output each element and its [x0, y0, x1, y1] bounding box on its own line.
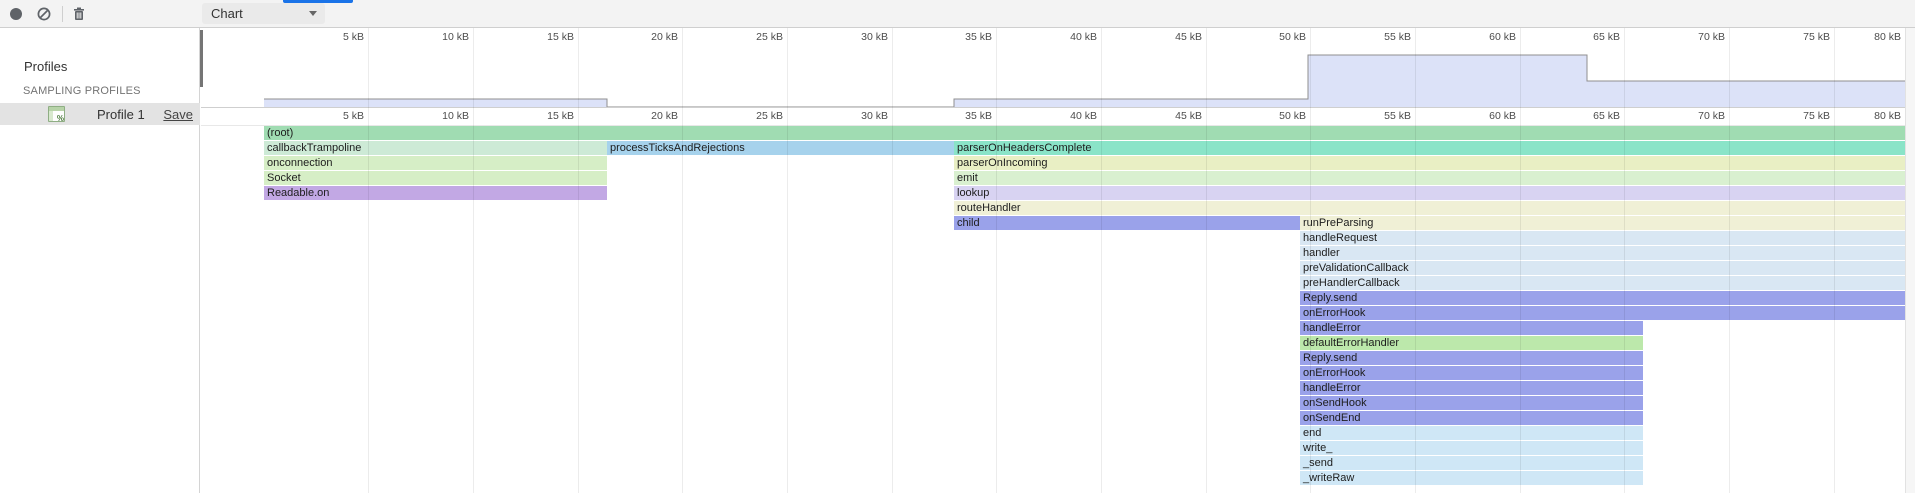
record-icon[interactable]	[8, 6, 24, 22]
vertical-scrollbar[interactable]	[1905, 28, 1915, 493]
devtools-profiler-panel: Chart Profiles SAMPLING PROFILES % Profi…	[0, 0, 1915, 493]
save-profile-link[interactable]: Save	[163, 107, 193, 122]
flame-frame[interactable]: Readable.on	[264, 186, 607, 200]
ruler-tick-label: 75 kB	[1772, 31, 1830, 43]
clear-icon[interactable]	[36, 6, 52, 22]
profile-name: Profile 1	[97, 107, 145, 122]
flame-frame[interactable]: routeHandler	[954, 201, 1905, 215]
flame-frame[interactable]: lookup	[954, 186, 1905, 200]
ruler-tick-label: 25 kB	[725, 31, 783, 43]
ruler-tick-label: 15 kB	[516, 110, 574, 122]
ruler-tick-label: 60 kB	[1458, 31, 1516, 43]
ruler-tick-label: 20 kB	[620, 110, 678, 122]
flame-frame[interactable]: onErrorHook	[1300, 366, 1643, 380]
sidebar-title: Profiles	[24, 59, 67, 74]
ruler-tick-label: 80 kB	[1843, 110, 1901, 122]
chart-view-dropdown[interactable]: Chart	[202, 3, 325, 24]
ruler-tick-label: 35 kB	[934, 110, 992, 122]
ruler-tick-label: 35 kB	[934, 31, 992, 43]
flame-frame[interactable]: preValidationCallback	[1300, 261, 1905, 275]
profiler-toolbar: Chart	[0, 0, 1915, 28]
flame-frame[interactable]: callbackTrampoline	[264, 141, 607, 155]
ruler-tick-label: 70 kB	[1667, 110, 1725, 122]
sidebar-item-profile-1[interactable]: % Profile 1 Save	[0, 103, 200, 125]
ruler-tick-label: 80 kB	[1843, 31, 1901, 43]
flame-frame[interactable]: write_	[1300, 441, 1643, 455]
flame-frame[interactable]: preHandlerCallback	[1300, 276, 1905, 290]
sampling-profiles-section-label: SAMPLING PROFILES	[23, 85, 141, 97]
ruler-tick-label: 50 kB	[1248, 110, 1306, 122]
ruler-tick-label: 45 kB	[1144, 110, 1202, 122]
flame-frame[interactable]: emit	[954, 171, 1905, 185]
flame-frame[interactable]: runPreParsing	[1300, 216, 1905, 230]
ruler-tick-label: 15 kB	[516, 31, 574, 43]
ruler-tick-label: 55 kB	[1353, 31, 1411, 43]
ruler-tick-label: 20 kB	[620, 31, 678, 43]
flame-frame[interactable]: onErrorHook	[1300, 306, 1905, 320]
profiles-sidebar: Profiles SAMPLING PROFILES % Profile 1 S…	[0, 28, 200, 493]
flame-frame[interactable]: (root)	[264, 126, 1905, 140]
ruler-tick-label: 65 kB	[1562, 110, 1620, 122]
overview-area-chart	[201, 42, 1905, 107]
flame-frame[interactable]: end	[1300, 426, 1643, 440]
ruler-tick-label: 50 kB	[1248, 31, 1306, 43]
ruler-tick-label: 65 kB	[1562, 31, 1620, 43]
divider	[201, 107, 1905, 108]
toolbar-divider	[62, 6, 63, 22]
flame-frame[interactable]: handleError	[1300, 381, 1643, 395]
flame-frame[interactable]: Reply.send	[1300, 351, 1643, 365]
flame-frame[interactable]: handleRequest	[1300, 231, 1905, 245]
ruler-tick-label: 70 kB	[1667, 31, 1725, 43]
flame-frame[interactable]: onSendEnd	[1300, 411, 1643, 425]
ruler-tick-label: 75 kB	[1772, 110, 1830, 122]
flame-frame[interactable]: onSendHook	[1300, 396, 1643, 410]
ruler-tick-label: 55 kB	[1353, 110, 1411, 122]
flame-frame[interactable]: processTicksAndRejections	[607, 141, 954, 155]
flame-chart-pane: 5 kB 5 kB 10 kB 10 kB 15 kB 15 kB 20 kB 20 kB 25…	[201, 28, 1905, 493]
ruler-tick-label: 10 kB	[411, 31, 469, 43]
flame-frame[interactable]: _send	[1300, 456, 1643, 470]
ruler-tick-label: 5 kB	[306, 110, 364, 122]
flame-frame[interactable]: child	[954, 216, 1300, 230]
ruler-tick-label: 60 kB	[1458, 110, 1516, 122]
ruler-tick-label: 10 kB	[411, 110, 469, 122]
ruler-tick-label: 30 kB	[830, 110, 888, 122]
flame-frame[interactable]: parserOnHeadersComplete	[954, 141, 1905, 155]
ruler-tick-label: 40 kB	[1039, 31, 1097, 43]
trash-icon[interactable]	[71, 6, 87, 22]
flame-frame[interactable]: parserOnIncoming	[954, 156, 1905, 170]
vertical-scrollbar-thumb[interactable]	[200, 30, 203, 87]
ruler-tick-label: 25 kB	[725, 110, 783, 122]
flame-frame[interactable]: onconnection	[264, 156, 607, 170]
flame-frame[interactable]: Reply.send	[1300, 291, 1905, 305]
chevron-down-icon	[309, 11, 317, 16]
ruler-tick-label: 45 kB	[1144, 31, 1202, 43]
flame-frame[interactable]: handler	[1300, 246, 1905, 260]
flame-frame[interactable]: _writeRaw	[1300, 471, 1643, 485]
flame-frame[interactable]: handleError	[1300, 321, 1643, 335]
ruler-tick-label: 30 kB	[830, 31, 888, 43]
flame-frame[interactable]: Socket	[264, 171, 607, 185]
flame-frame[interactable]: defaultErrorHandler	[1300, 336, 1643, 350]
ruler-tick-label: 40 kB	[1039, 110, 1097, 122]
profile-document-icon: %	[48, 106, 65, 122]
ruler-tick-label: 5 kB	[306, 31, 364, 43]
chart-view-dropdown-label: Chart	[211, 6, 243, 21]
